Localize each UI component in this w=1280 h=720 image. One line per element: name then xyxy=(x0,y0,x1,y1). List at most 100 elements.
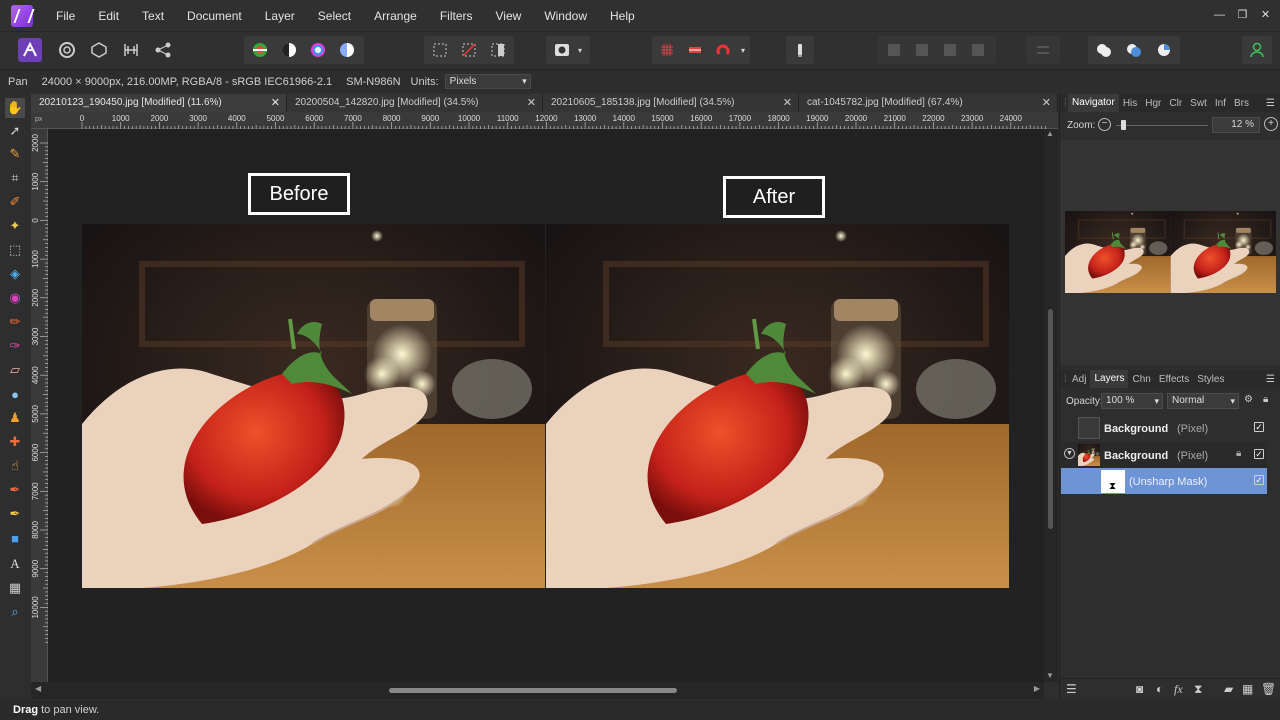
zoom-tool-icon[interactable]: ⌕ xyxy=(5,602,25,622)
pan-tool-icon[interactable]: ✋ xyxy=(5,98,25,118)
grid-icon[interactable] xyxy=(655,38,679,62)
tab-layers[interactable]: Layers xyxy=(1090,370,1129,388)
menu-edit[interactable]: Edit xyxy=(83,9,127,23)
add-pixel-layer-icon[interactable]: ▦ xyxy=(1242,682,1253,696)
fx-icon[interactable]: fx xyxy=(1174,682,1183,697)
vertical-ruler[interactable]: 2000 1000 0 1000 2000 3000 4000 5000 6000 7000 800… xyxy=(31,129,48,682)
units-dropdown[interactable]: Pixels xyxy=(444,74,531,89)
export-persona-icon[interactable] xyxy=(151,38,175,62)
menu-layer[interactable]: Layer xyxy=(250,9,303,23)
quick-mask-icon[interactable] xyxy=(550,38,574,62)
tab-document-4[interactable]: cat-1045782.jpg [Modified] (67.4%) ✕ xyxy=(799,94,1058,112)
move-to-front-icon[interactable] xyxy=(966,38,990,62)
subtract-boolean-icon[interactable] xyxy=(1122,38,1146,62)
tab-info[interactable]: Inf xyxy=(1211,98,1230,109)
adjustment-icon[interactable]: ◐ xyxy=(1156,682,1163,696)
paint-brush-tool-icon[interactable]: ✏ xyxy=(5,312,25,332)
scroll-up-icon[interactable]: ▲ xyxy=(1046,129,1054,138)
flood-select-tool-icon[interactable]: ✦ xyxy=(5,216,25,236)
zoom-value-field[interactable]: 12 % xyxy=(1212,117,1260,133)
menu-text[interactable]: Text xyxy=(127,9,172,23)
account-icon[interactable] xyxy=(1245,38,1269,62)
zoom-slider-thumb[interactable] xyxy=(1121,120,1126,130)
auto-contrast-icon[interactable] xyxy=(277,38,301,62)
minimize-icon[interactable]: — xyxy=(1207,0,1232,31)
add-mask-icon[interactable]: ◙ xyxy=(1136,682,1143,696)
assistant-icon[interactable] xyxy=(788,38,812,62)
zoom-in-icon[interactable]: + xyxy=(1264,117,1278,131)
color-picker-tool-icon[interactable]: ✎ xyxy=(5,144,25,164)
auto-levels-icon[interactable] xyxy=(248,38,272,62)
tab-styles[interactable]: Styles xyxy=(1193,374,1228,385)
layer-visibility-checkbox[interactable]: ✓ xyxy=(1254,449,1264,459)
zoom-out-icon[interactable]: − xyxy=(1098,118,1111,131)
auto-colors-icon[interactable] xyxy=(306,38,330,62)
layers-stack-icon[interactable]: ☰ xyxy=(1066,682,1077,696)
marquee-tool-icon[interactable]: ⬚ xyxy=(5,240,25,260)
panel-menu-icon[interactable]: ☰ xyxy=(1266,374,1275,385)
dodge-tool-icon[interactable]: ● xyxy=(5,384,25,404)
move-tool-icon[interactable]: ➚ xyxy=(5,121,25,141)
menu-arrange[interactable]: Arrange xyxy=(359,9,425,23)
vertical-scroll-thumb[interactable] xyxy=(1048,309,1053,529)
delete-layer-icon[interactable]: 🗑︎ xyxy=(1261,682,1276,696)
text-tool-icon[interactable]: A xyxy=(5,554,25,574)
quick-mask-dropdown-icon[interactable]: ▾ xyxy=(572,38,588,62)
add-group-icon[interactable]: ▰ xyxy=(1224,682,1233,696)
blend-mode-dropdown[interactable]: Normal xyxy=(1167,393,1239,409)
scroll-right-icon[interactable]: ▶ xyxy=(1034,684,1040,693)
red-eye-tool-icon[interactable]: ✒ xyxy=(5,480,25,500)
horizontal-scroll-thumb[interactable] xyxy=(389,688,677,693)
close-tab-icon[interactable]: ✕ xyxy=(1042,94,1051,112)
mesh-warp-tool-icon[interactable]: ▦ xyxy=(5,578,25,598)
scroll-left-icon[interactable]: ◀ xyxy=(35,684,41,693)
smudge-tool-icon[interactable]: ☝ xyxy=(5,456,25,476)
lock-layer-icon[interactable]: 🔒︎ xyxy=(1263,394,1268,405)
layer-row[interactable]: ▼ Background (Pixel) 🔒︎ ✓ xyxy=(1061,442,1267,468)
expand-layer-icon[interactable]: ▼ xyxy=(1064,448,1075,459)
move-forward-one-icon[interactable] xyxy=(938,38,962,62)
photo-persona-icon[interactable] xyxy=(18,38,42,62)
snapping-dropdown-icon[interactable]: ▾ xyxy=(736,38,750,62)
menu-file[interactable]: File xyxy=(41,9,83,23)
menu-select[interactable]: Select xyxy=(303,9,359,23)
clone-brush-tool-icon[interactable]: ♟ xyxy=(5,408,25,428)
panel-menu-icon[interactable]: ☰ xyxy=(1266,98,1275,109)
layer-visibility-checkbox[interactable]: ✓ xyxy=(1254,475,1264,485)
tab-channels[interactable]: Chn xyxy=(1128,374,1154,385)
liquify-persona-icon[interactable] xyxy=(55,38,79,62)
tab-navigator[interactable]: Navigator xyxy=(1068,94,1119,112)
crop-tool-icon[interactable]: ⌗ xyxy=(5,168,25,188)
layer-locked-icon[interactable]: 🔒︎ xyxy=(1236,448,1241,459)
affinity-photo-logo-icon[interactable] xyxy=(11,4,33,27)
guides-icon[interactable] xyxy=(683,38,707,62)
panel-grip-icon[interactable]: ⁞ xyxy=(1060,98,1068,109)
tab-document-1[interactable]: 20210123_190450.jpg [Modified] (11.6%) ✕ xyxy=(31,94,287,112)
menu-filters[interactable]: Filters xyxy=(425,9,481,23)
auto-white-balance-icon[interactable] xyxy=(335,38,359,62)
canvas[interactable]: Before After xyxy=(48,129,1044,682)
tab-effects[interactable]: Effects xyxy=(1155,374,1193,385)
panel-grip-icon[interactable]: ⁞ xyxy=(1060,374,1068,385)
navigator-thumbnail[interactable] xyxy=(1065,211,1276,293)
layer-settings-gear-icon[interactable]: ⚙ xyxy=(1244,394,1253,405)
select-all-icon[interactable] xyxy=(428,38,452,62)
zoom-slider-track[interactable] xyxy=(1116,125,1208,126)
deselect-icon[interactable] xyxy=(457,38,481,62)
selection-brush-tool-icon[interactable]: ✐ xyxy=(5,192,25,212)
close-window-icon[interactable]: ✕ xyxy=(1253,0,1278,31)
scroll-down-icon[interactable]: ▼ xyxy=(1046,671,1054,680)
menu-help[interactable]: Help xyxy=(595,9,643,23)
rectangle-tool-icon[interactable]: ■ xyxy=(5,528,25,548)
develop-persona-icon[interactable] xyxy=(87,38,111,62)
menu-window[interactable]: Window xyxy=(529,9,595,23)
close-tab-icon[interactable]: ✕ xyxy=(527,94,536,112)
restore-icon[interactable]: ❐ xyxy=(1230,0,1255,31)
horizontal-scrollbar[interactable]: ◀ ▶ xyxy=(31,682,1044,699)
erase-brush-tool-icon[interactable]: ▱ xyxy=(5,360,25,380)
layer-visibility-checkbox[interactable]: ✓ xyxy=(1254,422,1264,432)
tab-history[interactable]: His xyxy=(1119,98,1141,109)
blemish-removal-tool-icon[interactable]: ✚ xyxy=(5,432,25,452)
snapping-magnet-icon[interactable] xyxy=(711,38,735,62)
tab-adjustments[interactable]: Adj xyxy=(1068,374,1090,385)
